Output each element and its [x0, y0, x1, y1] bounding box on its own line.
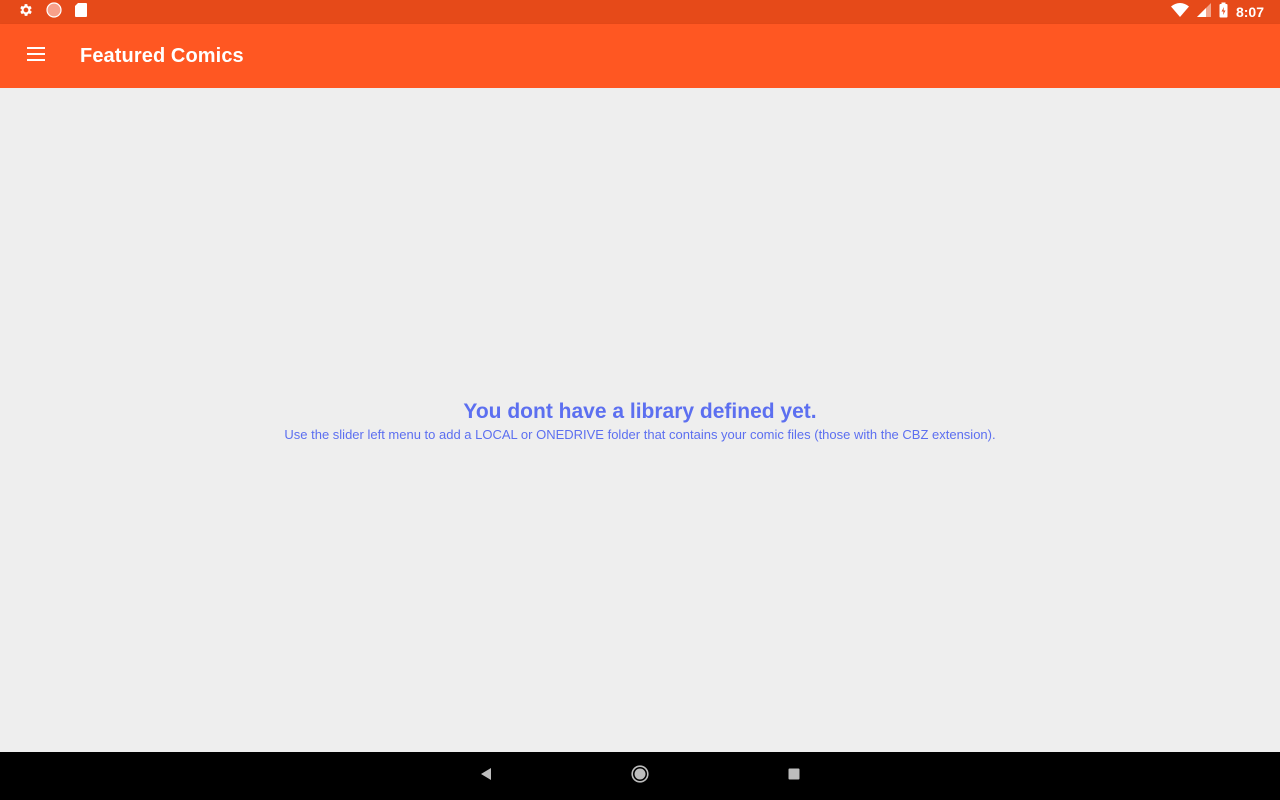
- sd-card-icon: [74, 2, 88, 23]
- status-left-icons: [18, 1, 88, 23]
- settings-icon: [18, 2, 34, 23]
- empty-state: You dont have a library defined yet. Use…: [0, 398, 1280, 444]
- page-title: Featured Comics: [80, 44, 244, 67]
- status-bar: 8:07: [0, 0, 1280, 24]
- app-bar: Featured Comics: [0, 24, 1280, 88]
- back-icon: [479, 767, 493, 786]
- wifi-icon: [1170, 2, 1189, 22]
- status-right-icons: 8:07: [1170, 2, 1264, 23]
- main-content: You dont have a library defined yet. Use…: [0, 88, 1280, 752]
- back-button[interactable]: [462, 752, 510, 800]
- home-icon: [631, 764, 649, 788]
- status-time: 8:07: [1235, 4, 1264, 20]
- hamburger-menu-button[interactable]: [0, 24, 72, 88]
- recents-button[interactable]: [770, 752, 818, 800]
- system-nav-bar: [0, 752, 1280, 800]
- battery-charging-icon: [1219, 2, 1228, 23]
- empty-state-subtitle: Use the slider left menu to add a LOCAL …: [284, 427, 996, 442]
- record-icon: [46, 1, 62, 23]
- empty-state-title: You dont have a library defined yet.: [463, 400, 817, 423]
- cell-signal-icon: [1196, 2, 1211, 22]
- recents-icon: [788, 767, 800, 785]
- hamburger-menu-icon: [26, 46, 46, 66]
- home-button[interactable]: [616, 752, 664, 800]
